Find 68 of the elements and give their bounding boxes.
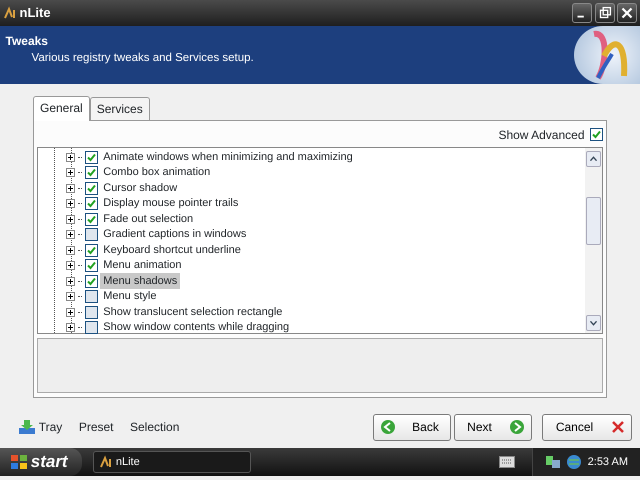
- checkbox[interactable]: [84, 150, 98, 164]
- taskbar-item[interactable]: nLite: [92, 451, 251, 473]
- expand-icon[interactable]: [66, 261, 75, 270]
- maximize-button[interactable]: [594, 3, 614, 23]
- tab[interactable]: Services: [90, 97, 150, 120]
- keyboard-icon[interactable]: [499, 456, 516, 468]
- close-button[interactable]: [617, 3, 638, 23]
- network-icon[interactable]: [544, 454, 561, 470]
- tree-item[interactable]: Combo box animation: [100, 164, 214, 181]
- link-button[interactable]: Tray: [18, 418, 62, 436]
- tree-item[interactable]: Gradient captions in windows: [100, 226, 250, 243]
- clock: 2:53 AM: [588, 454, 628, 470]
- scrollbar[interactable]: [585, 148, 602, 334]
- tab[interactable]: General: [33, 96, 90, 121]
- minimize-button[interactable]: [572, 3, 592, 23]
- scroll-thumb[interactable]: [586, 196, 601, 245]
- checkbox[interactable]: [84, 197, 98, 210]
- start-button[interactable]: start: [0, 448, 82, 476]
- checkbox[interactable]: [84, 259, 98, 272]
- checkbox[interactable]: [84, 228, 98, 242]
- tree-item[interactable]: Show window contents while dragging: [100, 319, 292, 336]
- tree-item[interactable]: Animate windows when minimizing and maximizing: [100, 148, 356, 166]
- page-subtitle: Various registry tweaks and Services setup.: [30, 50, 255, 66]
- link-button[interactable]: Preset: [78, 418, 114, 436]
- page-title: Tweaks: [6, 32, 49, 50]
- checkbox[interactable]: [84, 290, 98, 304]
- link-button[interactable]: Selection: [130, 418, 180, 436]
- checkbox[interactable]: [590, 128, 603, 142]
- window-title: nLite: [20, 4, 51, 22]
- tree-item[interactable]: Cursor shadow: [100, 180, 180, 196]
- close-icon: [611, 420, 625, 434]
- tree-item[interactable]: Display mouse pointer trails: [100, 195, 242, 212]
- expand-icon[interactable]: [66, 323, 75, 332]
- globe-icon[interactable]: [566, 454, 582, 470]
- windows-flag-icon: [10, 454, 28, 470]
- expand-icon[interactable]: [66, 199, 75, 208]
- checkbox[interactable]: [84, 244, 98, 257]
- checkbox[interactable]: [84, 306, 98, 319]
- expand-icon[interactable]: [66, 276, 75, 286]
- checkbox-label: Show Advanced: [498, 126, 584, 144]
- checkbox[interactable]: [84, 212, 98, 226]
- button[interactable]: Cancel: [542, 414, 632, 440]
- scroll-up-button[interactable]: [586, 151, 601, 168]
- logo-drawing: [574, 26, 640, 84]
- expand-icon[interactable]: [66, 184, 75, 193]
- expand-icon[interactable]: [66, 152, 75, 162]
- tree-item[interactable]: Keyboard shortcut underline: [100, 242, 244, 258]
- checkbox[interactable]: [84, 182, 98, 195]
- expand-icon[interactable]: [66, 308, 75, 317]
- tree-item[interactable]: Menu animation: [100, 257, 185, 274]
- scroll-down-button[interactable]: [586, 314, 601, 331]
- tree-item[interactable]: Menu shadows: [100, 272, 180, 290]
- tree-item[interactable]: Fade out selection: [100, 210, 196, 228]
- expand-icon[interactable]: [66, 214, 75, 224]
- app-logo-icon: [2, 6, 17, 20]
- expand-icon[interactable]: [66, 292, 75, 302]
- checkbox[interactable]: [84, 321, 98, 334]
- button[interactable]: Next: [454, 414, 532, 440]
- tree-item[interactable]: Show translucent selection rectangle: [100, 304, 286, 320]
- app-logo-icon: [99, 455, 114, 469]
- checkbox[interactable]: [84, 274, 98, 288]
- expand-icon[interactable]: [66, 168, 75, 178]
- expand-icon[interactable]: [66, 230, 75, 240]
- tree-item[interactable]: Menu style: [100, 288, 160, 305]
- download-tray-icon: [18, 419, 36, 435]
- checkbox[interactable]: [84, 166, 98, 180]
- button[interactable]: Back: [373, 414, 451, 440]
- expand-icon[interactable]: [66, 246, 75, 255]
